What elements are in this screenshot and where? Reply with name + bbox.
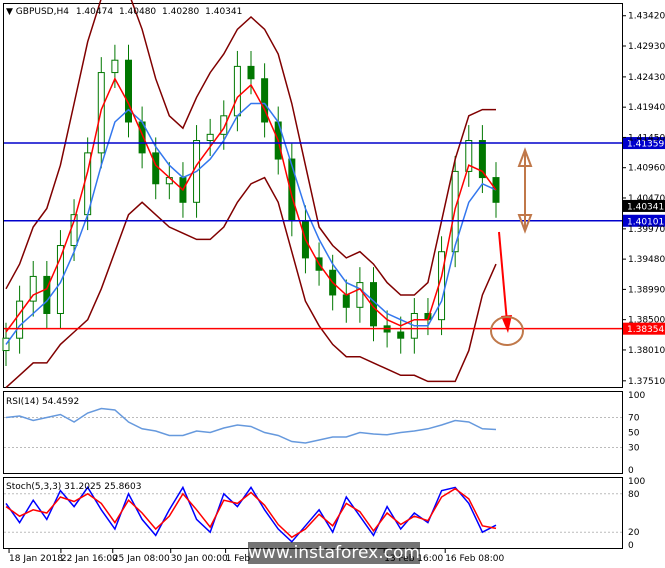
price-tick-label: 1.42430 — [628, 73, 665, 83]
stoch-label: Stoch(5,3,3) 31.2025 25.8603 — [6, 482, 141, 492]
rsi-tick-label: 100 — [628, 391, 645, 401]
ohlc-open: 1.40474 — [76, 7, 113, 17]
ohlc-low: 1.40280 — [162, 7, 199, 17]
candle-body — [247, 65, 255, 80]
symbol-label: GBPUSD,H4 — [16, 7, 69, 17]
candle-body — [111, 59, 119, 74]
price-tick-label: 1.39480 — [628, 255, 665, 265]
candle-body — [206, 133, 214, 142]
price-tick-label: 1.41940 — [628, 103, 665, 113]
price-tick-label: 1.38990 — [628, 285, 665, 295]
ohlc-high: 1.40480 — [119, 7, 156, 17]
candle-body — [356, 282, 364, 308]
rsi-tick-label: 50 — [628, 429, 640, 439]
candle-body — [125, 59, 132, 123]
watermark-text: www.instaforex.com — [248, 543, 420, 563]
candle-body — [233, 65, 241, 117]
price-tick-label: 1.40960 — [628, 164, 665, 174]
candle-body — [43, 275, 51, 314]
price-tick-label: 1.39970 — [628, 225, 665, 235]
time-tick-label: 18 Jan 2018 — [9, 554, 63, 564]
time-tick-label: 1 Feb — [226, 554, 251, 564]
stoch-tick-label: 0 — [628, 541, 634, 551]
price-tick-label: 1.43420 — [628, 12, 665, 22]
rsi-panel — [3, 391, 623, 474]
candle-body — [16, 300, 24, 339]
price-tick-label: 1.38010 — [628, 346, 665, 356]
candle-body — [342, 294, 350, 308]
price-panel — [3, 3, 623, 388]
price-tick-label: 1.37510 — [628, 377, 665, 387]
time-tick-label: 22 Jan 16:00 — [61, 554, 118, 564]
collapse-triangle-icon[interactable]: ▼ — [6, 7, 16, 17]
rsi-tick-label: 70 — [628, 414, 640, 424]
stoch-tick-label: 20 — [628, 528, 640, 538]
time-tick-label: 25 Jan 08:00 — [113, 554, 170, 564]
price-tick-label: 1.40470 — [628, 194, 665, 204]
candle-body — [152, 152, 160, 185]
price-tick-label: 1.42930 — [628, 42, 665, 52]
level-tag-label: 1.38354 — [627, 325, 664, 335]
rsi-tick-label: 0 — [628, 466, 634, 476]
candle-body — [438, 251, 446, 321]
candle-body — [492, 177, 500, 203]
rsi-label: RSI(14) 54.4592 — [6, 397, 79, 407]
candle-body — [397, 331, 405, 339]
ohlc-close: 1.40341 — [205, 7, 242, 17]
time-tick-label: 30 Jan 00:00 — [171, 554, 228, 564]
stoch-tick-label: 100 — [628, 477, 645, 487]
rsi-tick-label: 30 — [628, 444, 640, 454]
price-tick-label: 1.41450 — [628, 133, 665, 143]
stoch-tick-label: 80 — [628, 490, 640, 500]
price-tick-label: 1.38500 — [628, 316, 665, 326]
chart-canvas: 1.413591.401011.383541.403411.434201.429… — [2, 0, 665, 564]
symbol-header: ▼ GBPUSD,H4 1.40474 1.40480 1.40280 1.40… — [6, 7, 242, 17]
time-tick-label: 16 Feb 08:00 — [445, 554, 504, 564]
